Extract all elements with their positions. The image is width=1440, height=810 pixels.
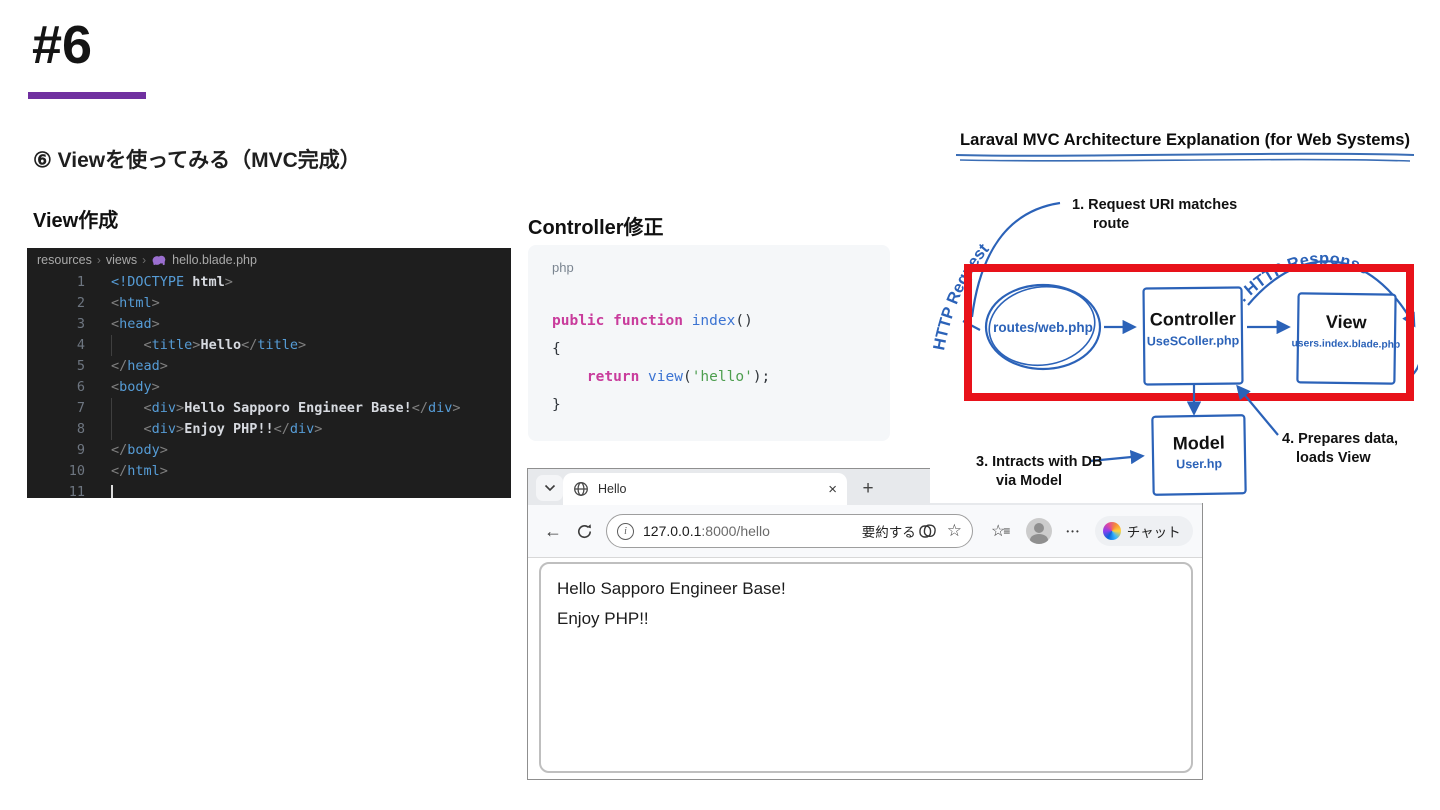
controller-section-heading: Controller修正 xyxy=(528,217,664,239)
diagram-step4: 4. Prepares data, xyxy=(1282,431,1398,447)
diagram-title: Laraval MVC Architecture Explanation (fo… xyxy=(960,130,1410,149)
mvc-diagram: Laraval MVC Architecture Explanation (fo… xyxy=(930,115,1418,503)
slide-canvas: #6 ⑥ Viewを使ってみる（MVC完成） View作成 Controller… xyxy=(0,0,1440,810)
php-language-label: php xyxy=(552,260,574,275)
url-text[interactable]: 127.0.0.1:8000/hello xyxy=(643,523,862,539)
site-info-icon[interactable]: i xyxy=(617,522,634,540)
code-line: 6 <body> xyxy=(76,379,160,395)
php-elephant-icon xyxy=(152,254,166,266)
copilot-logo-icon xyxy=(1102,522,1121,540)
php-code-line: public function index() xyxy=(552,313,753,329)
browser-window: Hello × + ← i 127.0.0.1:8000/hello 要約する xyxy=(527,468,1203,780)
diagram-step4: loads View xyxy=(1296,450,1371,466)
view-title: View xyxy=(1326,312,1368,333)
php-code-line: } xyxy=(552,397,561,413)
breadcrumb-separator: › xyxy=(142,253,147,267)
controller-title: Controller xyxy=(1150,309,1236,330)
back-button[interactable]: ← xyxy=(544,521,562,542)
php-snippet-code: public function index() { return view('he… xyxy=(552,307,770,419)
tab-title: Hello xyxy=(598,482,627,496)
address-bar[interactable]: i 127.0.0.1:8000/hello 要約する ☆ xyxy=(606,514,973,548)
breadcrumb-item-views[interactable]: views xyxy=(106,253,137,267)
url-path: :8000/hello xyxy=(701,523,770,539)
php-code-line: return view('hello'); xyxy=(586,369,771,385)
favorites-hub-icon[interactable]: ☆ ≡ xyxy=(991,521,1010,541)
controller-node: Controller UseSColler.php xyxy=(1142,286,1244,386)
profile-avatar[interactable] xyxy=(1026,518,1053,544)
diagram-step3: via Model xyxy=(996,473,1062,489)
svg-text:HTTP Request: HTTP Request xyxy=(930,240,993,352)
title-underline xyxy=(959,158,1411,162)
menu-dots-icon[interactable]: ••• xyxy=(1066,527,1080,536)
browser-page-content: Hello Sapporo Engineer Base! Enjoy PHP!! xyxy=(539,562,1193,773)
code-line: 2 <html> xyxy=(76,295,160,311)
page-text-line: Hello Sapporo Engineer Base! xyxy=(557,579,786,598)
url-host: 127.0.0.1 xyxy=(643,523,702,539)
code-line: 9 </body> xyxy=(76,442,168,458)
browser-tab[interactable]: Hello × xyxy=(563,473,847,505)
php-snippet-card: php public function index() { return view… xyxy=(528,245,890,441)
php-code-line: { xyxy=(552,341,561,357)
code-line: 5 </head> xyxy=(76,358,168,374)
code-line: 1 <!DOCTYPE html> xyxy=(76,274,233,290)
globe-icon xyxy=(574,482,588,496)
breadcrumb-item-file[interactable]: hello.blade.php xyxy=(172,253,257,267)
breadcrumb: resources › views › hello.blade.php xyxy=(27,248,511,272)
diagram-step1: route xyxy=(1093,216,1129,232)
breadcrumb-separator: › xyxy=(96,253,101,267)
view-sub: users.index.blade.php xyxy=(1291,338,1400,351)
model-node: Model User.hp xyxy=(1151,414,1247,496)
chevron-down-icon xyxy=(544,484,555,492)
view-section-heading: View作成 xyxy=(33,210,119,232)
diagram-step1: 1. Request URI matches xyxy=(1072,197,1237,213)
favorite-star-icon[interactable]: ☆ xyxy=(947,521,962,541)
model-title: Model xyxy=(1173,433,1225,454)
http-request-label: HTTP Request xyxy=(930,240,993,352)
title-underline xyxy=(955,152,1415,157)
code-line: 7 <div>Hello Sapporo Engineer Base!</div… xyxy=(27,398,511,419)
copilot-outline-icon xyxy=(919,523,936,538)
new-tab-button[interactable]: + xyxy=(855,477,881,501)
browser-toolbar: ← i 127.0.0.1:8000/hello 要約する ☆ ☆ ≡ ••• … xyxy=(528,505,1202,558)
code-editor: resources › views › hello.blade.php 1 <!D… xyxy=(27,248,511,498)
view-node: View users.index.blade.php xyxy=(1291,292,1400,385)
copilot-chat-button[interactable]: チャット xyxy=(1094,516,1193,546)
breadcrumb-item-resources[interactable]: resources xyxy=(37,253,92,267)
editor-code: 1 <!DOCTYPE html> 2 <html> 3 <head> 4 <title>H… xyxy=(27,272,511,498)
tab-search-button[interactable] xyxy=(536,475,563,501)
page-text-line: Enjoy PHP!! xyxy=(557,609,649,628)
copilot-chat-label: チャット xyxy=(1126,525,1181,540)
code-line: 3 <head> xyxy=(76,316,160,332)
code-line: 10 </html> xyxy=(68,463,168,479)
tab-close-icon[interactable]: × xyxy=(828,481,837,498)
controller-sub: UseSColler.php xyxy=(1147,334,1240,349)
text-cursor xyxy=(111,484,113,498)
hub-lines-glyph: ≡ xyxy=(1003,524,1011,538)
reload-button[interactable] xyxy=(576,523,593,540)
slide-number-underline xyxy=(28,92,146,99)
code-line: 4 <title>Hello</title> xyxy=(27,335,511,356)
code-line: 8 <div>Enjoy PHP!!</div> xyxy=(27,419,511,440)
model-sub: User.hp xyxy=(1176,457,1222,472)
slide-number: #6 xyxy=(32,15,93,75)
main-heading: ⑥ Viewを使ってみる（MVC完成） xyxy=(33,149,361,172)
diagram-step3: 3. Intracts with DB xyxy=(976,454,1103,470)
code-line: 11 xyxy=(27,482,511,498)
summarize-button[interactable]: 要約する xyxy=(862,521,937,541)
summarize-label: 要約する xyxy=(861,525,916,540)
routes-label: routes/web.php xyxy=(993,320,1093,335)
